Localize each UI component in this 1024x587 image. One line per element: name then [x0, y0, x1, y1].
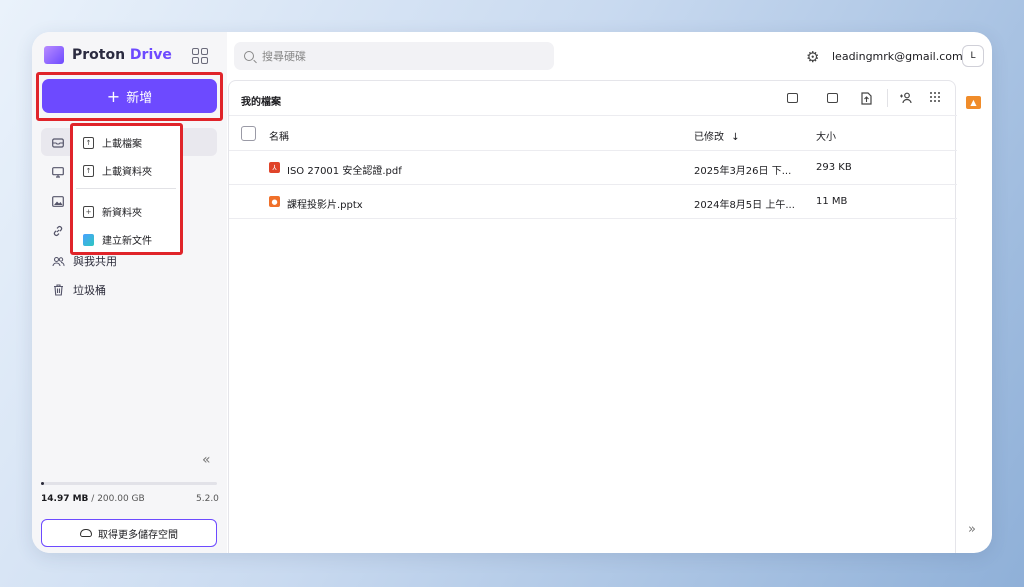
file-size: 293 KB [816, 162, 852, 173]
view-toggle-grid-icon[interactable] [930, 92, 940, 102]
contacts-app-icon[interactable]: ▲ [966, 96, 981, 109]
search-input[interactable]: 搜尋硬碟 [234, 42, 554, 70]
dropdown-upload-file[interactable]: ↑ 上載檔案 [83, 135, 142, 150]
sidebar: Proton Drive + 新增 與我共用 垃圾桶 « 14.97 MB / … [32, 32, 227, 553]
new-item-dropdown: ↑ 上載檔案 ↑ 上載資料夾 + 新資料夾 建立新文件 [70, 123, 183, 255]
column-header-modified[interactable]: 已修改 ↓ [694, 128, 740, 143]
upload-folder-icon[interactable] [825, 91, 839, 105]
file-browser: 我的檔案 名稱 已修改 ↓ 大小 ⅄ ISO 27001 安全認證.pdf 20… [228, 80, 957, 553]
dropdown-item-label: 新資料夾 [102, 208, 142, 219]
apps-grid-icon[interactable] [192, 48, 208, 64]
storage-usage: 14.97 MB / 200.00 GB [41, 494, 145, 504]
photos-icon [51, 194, 65, 208]
get-more-storage-label: 取得更多儲存空間 [98, 529, 178, 541]
computer-icon [51, 165, 65, 179]
column-header-name[interactable]: 名稱 [269, 128, 289, 143]
app-window: Proton Drive + 新增 與我共用 垃圾桶 « 14.97 MB / … [32, 32, 992, 553]
pptx-file-icon: ● [269, 196, 280, 207]
proton-drive-logo-icon [44, 46, 64, 64]
table-row[interactable]: ⅄ ISO 27001 安全認證.pdf 2025年3月26日 下... 293… [229, 151, 957, 185]
collapse-sidebar-icon[interactable]: « [202, 452, 211, 468]
file-modified: 2024年8月5日 上午... [694, 200, 795, 211]
gear-icon[interactable]: ⚙ [806, 48, 819, 66]
account-email[interactable]: leadingmrk@gmail.com [832, 50, 963, 63]
storage-bar-fill [41, 482, 44, 485]
new-document-icon [83, 233, 94, 246]
search-placeholder: 搜尋硬碟 [262, 50, 306, 63]
select-all-checkbox[interactable] [241, 126, 256, 141]
sort-arrow-icon: ↓ [731, 132, 740, 143]
page-title: 我的檔案 [241, 97, 281, 108]
brand-name-part2: Drive [125, 47, 172, 63]
table-header: 名稱 已修改 ↓ 大小 [229, 115, 957, 151]
sidebar-item-label: 與我共用 [73, 255, 117, 268]
toolbar-divider [887, 89, 888, 107]
trash-icon [51, 283, 65, 297]
column-header-modified-label: 已修改 [694, 132, 724, 143]
upload-file-icon: ↑ [83, 136, 94, 149]
file-modified: 2025年3月26日 下... [694, 166, 792, 177]
dropdown-item-label: 上載資料夾 [102, 167, 152, 178]
avatar[interactable]: L [962, 45, 984, 67]
column-header-size[interactable]: 大小 [816, 128, 836, 143]
storage-used: 14.97 MB [41, 494, 89, 504]
plus-icon: + [106, 86, 121, 106]
brand-name-part1: Proton [72, 47, 126, 63]
new-button-highlight: + 新增 [36, 72, 223, 121]
app-version: 5.2.0 [196, 494, 219, 504]
brand-name: Proton Drive [72, 47, 172, 63]
dropdown-new-folder[interactable]: + 新資料夾 [83, 204, 142, 219]
new-folder-icon: + [83, 205, 94, 218]
search-icon [244, 51, 254, 61]
storage-bar [41, 482, 217, 485]
proton-drive-logo[interactable]: Proton Drive [44, 46, 172, 64]
storage-total: 200.00 GB [97, 494, 145, 504]
storage-separator: / [88, 494, 98, 504]
upload-folder-icon: ↑ [83, 164, 94, 177]
new-folder-icon[interactable] [785, 91, 799, 105]
expand-rail-icon[interactable]: » [968, 522, 976, 537]
new-button-label: 新增 [126, 90, 153, 106]
file-size: 11 MB [816, 196, 848, 207]
file-name: ISO 27001 安全認證.pdf [287, 166, 402, 177]
sidebar-item-trash[interactable]: 垃圾桶 [41, 276, 217, 304]
dropdown-divider [76, 188, 176, 189]
table-row[interactable]: ● 課程投影片.pptx 2024年8月5日 上午... 11 MB [229, 185, 957, 219]
new-button[interactable]: + 新增 [42, 79, 217, 113]
upload-file-icon[interactable] [859, 91, 873, 105]
link-icon [51, 224, 65, 238]
get-more-storage-button[interactable]: 取得更多儲存空間 [41, 519, 217, 547]
cloud-icon [80, 529, 92, 537]
file-name: 課程投影片.pptx [287, 200, 363, 211]
dropdown-upload-folder[interactable]: ↑ 上載資料夾 [83, 163, 152, 178]
share-user-icon[interactable] [899, 91, 913, 105]
dropdown-item-label: 上載檔案 [102, 139, 142, 150]
drive-icon [51, 135, 65, 149]
shared-icon [51, 254, 65, 268]
sidebar-item-label: 垃圾桶 [73, 284, 106, 297]
dropdown-item-label: 建立新文件 [102, 236, 152, 247]
pdf-file-icon: ⅄ [269, 162, 280, 173]
dropdown-new-document[interactable]: 建立新文件 [83, 232, 152, 247]
